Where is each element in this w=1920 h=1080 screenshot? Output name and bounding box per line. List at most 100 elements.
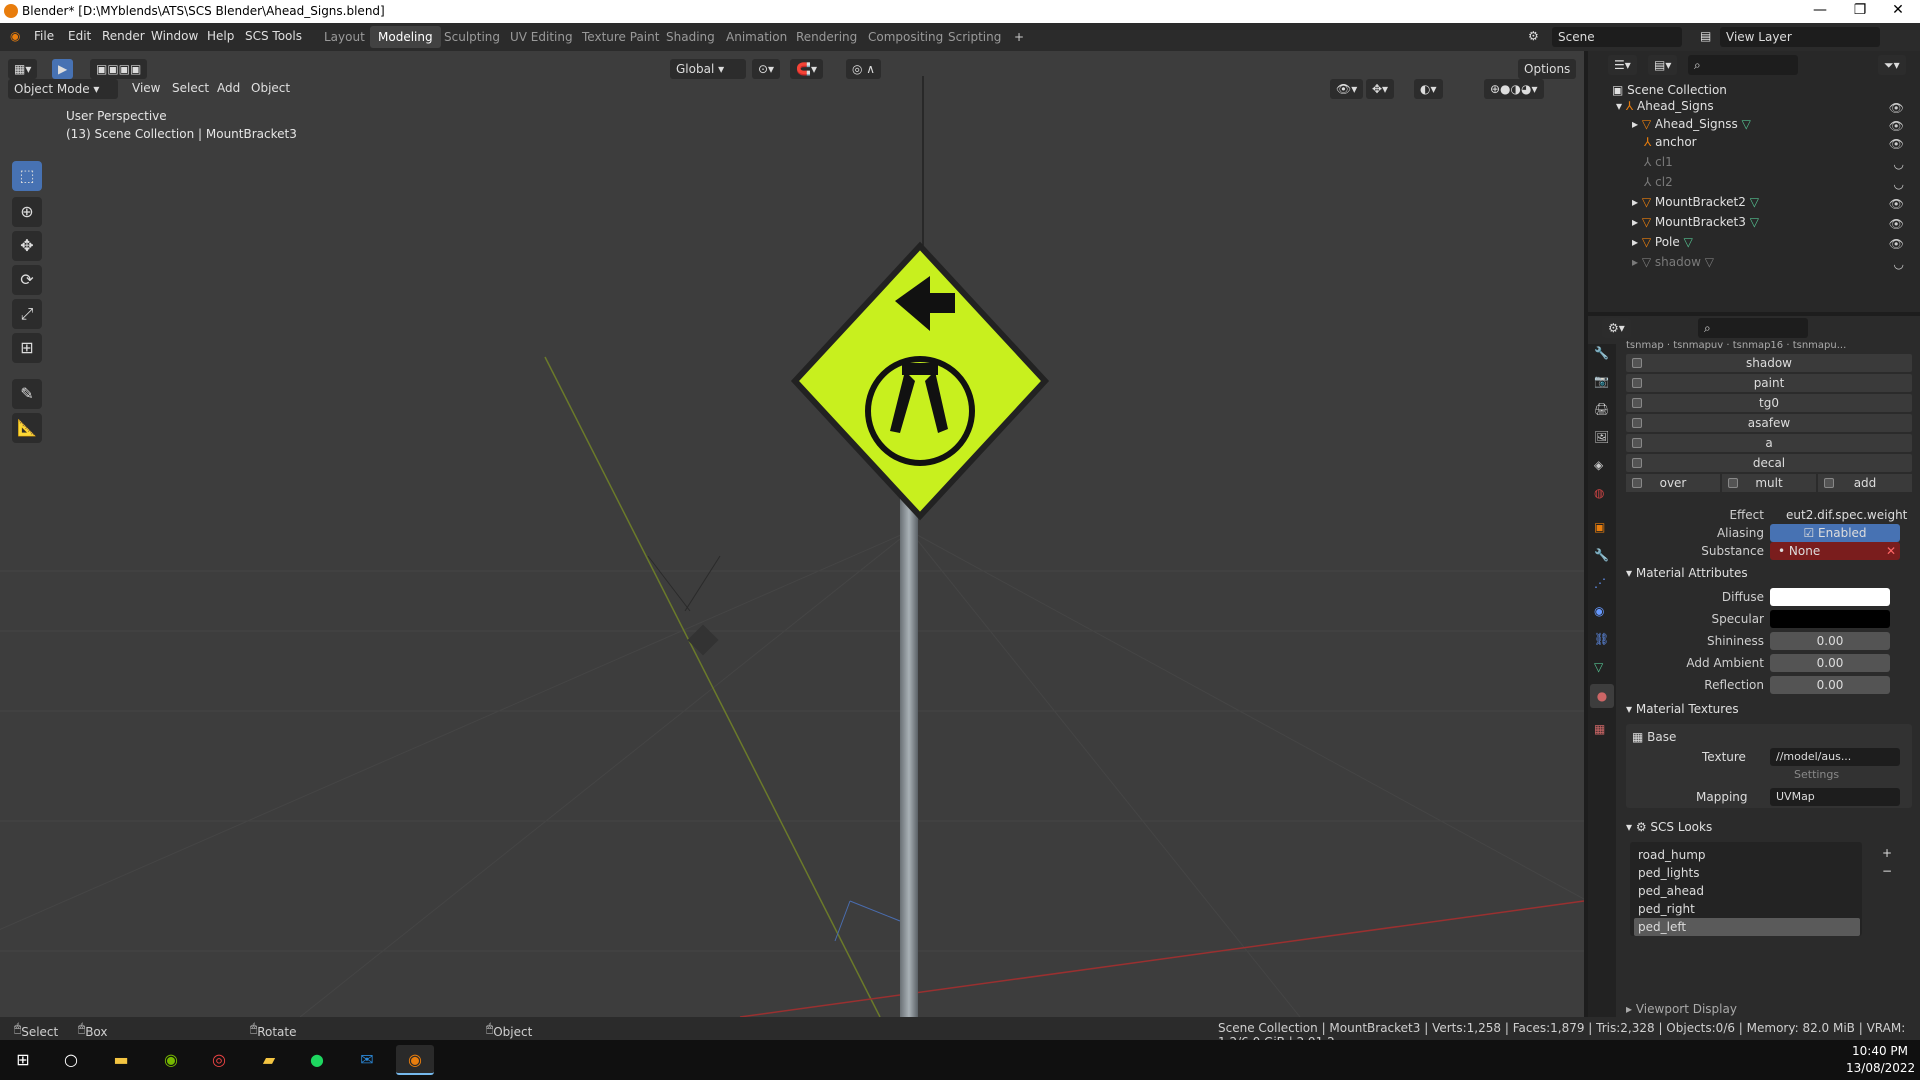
spotify-icon[interactable]: ● [298,1045,336,1075]
pivot-icon[interactable]: ⊙▾ [752,59,781,79]
flag-asafew[interactable]: asafew [1626,414,1912,432]
scs-looks-header[interactable]: ▾ ⚙ SCS Looks [1626,820,1712,840]
look-item[interactable]: road_hump [1634,846,1860,864]
eye-icon[interactable]: 👁 [1889,137,1904,151]
constraints-tab-icon[interactable]: ⛓ [1594,632,1609,646]
hidden-eye-icon[interactable]: ◡ [1894,177,1904,191]
look-item[interactable]: ped_lights [1634,864,1860,882]
tab-shading[interactable]: Shading [658,26,723,48]
checkbox[interactable] [1728,478,1738,488]
proportional-edit-icon[interactable]: ◎ ∧ [846,59,882,79]
outliner-type-icon[interactable]: ☰▾ [1608,55,1637,75]
hidden-eye-icon[interactable]: ◡ [1894,157,1904,171]
mail-icon[interactable]: ✉ [348,1045,386,1075]
eye-icon[interactable]: 👁 [1889,119,1904,133]
mode-selector[interactable]: Object Mode ▾ [8,79,118,99]
checkbox[interactable] [1632,478,1642,488]
checkbox[interactable] [1632,438,1642,448]
overlay-icon[interactable]: ◐▾ [1414,79,1443,99]
close-icon[interactable]: ✕ [1878,2,1918,18]
rotate-tool-icon[interactable]: ⟳ [12,265,42,295]
flag-shadow[interactable]: shadow [1626,354,1912,372]
outliner-item-pole[interactable]: ▸ ▽ Pole ▽ 👁 [1632,235,1916,255]
transform-tool-icon[interactable]: ⊞ [12,333,42,363]
3d-viewport[interactable]: ▦▾ ▶ ▣▣▣▣ Global ▾ ⊙▾ 🧲▾ ◎ ∧ Options Obj… [0,51,1584,1017]
flag-tg0[interactable]: tg0 [1626,394,1912,412]
tab-animation[interactable]: Animation [718,26,795,48]
transform-orientation-select[interactable]: Global ▾ [670,59,746,79]
eye-icon[interactable]: 👁 [1889,217,1904,231]
nvidia-icon[interactable]: ◉ [152,1045,190,1075]
substance-select[interactable]: • None ✕ [1770,542,1900,560]
remove-look-icon[interactable]: − [1882,864,1892,878]
slot-tab[interactable]: tsnmap [1626,340,1664,351]
tab-layout[interactable]: Layout [316,26,373,48]
eye-icon[interactable]: 👁 [1889,197,1904,211]
checkbox[interactable] [1632,418,1642,428]
menu-help[interactable]: Help [207,29,234,43]
view-layer-selector[interactable]: View Layer [1720,27,1880,47]
minimize-icon[interactable]: — [1800,2,1840,18]
box-select-modes[interactable]: ▣▣▣▣ [90,59,148,79]
diffuse-color[interactable] [1770,588,1890,606]
material-textures-header[interactable]: ▾ Material Textures [1626,702,1739,722]
display-mode-icon[interactable]: ▤▾ [1648,55,1678,75]
flag-a[interactable]: a [1626,434,1912,452]
snap-icon[interactable]: 🧲▾ [790,59,823,79]
view-layer-tab-icon[interactable]: 🖼 [1594,430,1609,444]
slot-tab[interactable]: tsnmapuv [1673,340,1723,351]
modifier-tab-icon[interactable]: 🔧 [1594,548,1609,562]
tab-scripting[interactable]: Scripting [940,26,1009,48]
menu-file[interactable]: File [34,29,54,43]
options-button[interactable]: Options [1518,59,1577,79]
material-tab-icon[interactable]: ● [1590,684,1614,708]
look-item[interactable]: ped_right [1634,900,1860,918]
filter-icon[interactable]: ⏷▾ [1878,55,1906,75]
file-explorer-icon[interactable]: ▬ [102,1045,140,1075]
texture-tab-icon[interactable]: ▦ [1594,722,1605,736]
add-ambient-field[interactable]: 0.00 [1770,654,1890,672]
windows-start-icon[interactable]: ⊞ [4,1045,42,1075]
texture-path-field[interactable]: //model/aus... [1770,748,1900,766]
outliner-item-mountbracket3[interactable]: ▸ ▽ MountBracket3 ▽ 👁 [1632,215,1916,235]
world-tab-icon[interactable]: ◍ [1594,486,1604,500]
tool-tab-icon[interactable]: 🔧 [1594,346,1609,360]
outliner-item-cl2[interactable]: ⅄ cl2 ◡ [1644,175,1916,195]
reflection-field[interactable]: 0.00 [1770,676,1890,694]
aliasing-toggle[interactable]: ☑ Enabled [1770,524,1900,542]
material-attributes-header[interactable]: ▾ Material Attributes [1626,566,1748,586]
tab-sculpting[interactable]: Sculpting [436,26,508,48]
tab-modeling[interactable]: Modeling [370,26,441,48]
outliner-item-mountbracket2[interactable]: ▸ ▽ MountBracket2 ▽ 👁 [1632,195,1916,215]
blend-mult[interactable]: mult [1722,474,1816,492]
eye-icon[interactable]: 👁 [1889,237,1904,251]
search-icon[interactable]: ○ [52,1045,90,1075]
outliner-item-anchor[interactable]: ⅄ anchor 👁 [1644,135,1916,155]
shading-modes[interactable]: ⊕●◑◕▾ [1484,79,1544,99]
viewport-menu-view[interactable]: View [132,81,160,95]
flag-decal[interactable]: decal [1626,454,1912,472]
menu-window[interactable]: Window [151,29,198,43]
add-look-icon[interactable]: + [1882,846,1892,860]
sticky-notes-icon[interactable]: ▰ [250,1045,288,1075]
checkbox[interactable] [1632,358,1642,368]
checkbox[interactable] [1632,398,1642,408]
specular-color[interactable] [1770,610,1890,628]
outliner-item-shadow[interactable]: ▸ ▽ shadow ▽ ◡ [1632,255,1916,275]
select-mode-button[interactable]: ▶ [52,59,74,79]
gizmo-icon[interactable]: ✥▾ [1366,79,1395,99]
outliner-search-input[interactable]: ⌕ [1688,55,1798,75]
outliner-item-cl1[interactable]: ⅄ cl1 ◡ [1644,155,1916,175]
chrome-icon[interactable]: ◎ [200,1045,238,1075]
properties-search-input[interactable]: ⌕ [1698,318,1808,338]
annotate-tool-icon[interactable]: ✎ [12,379,42,409]
blender-menu-icon[interactable]: ◉ [10,29,20,43]
data-tab-icon[interactable]: ▽ [1594,660,1603,674]
tab-texture-paint[interactable]: Texture Paint [574,26,667,48]
checkbox[interactable] [1824,478,1834,488]
add-workspace-icon[interactable]: + [1006,26,1032,48]
flag-paint[interactable]: paint [1626,374,1912,392]
tab-uv-editing[interactable]: UV Editing [502,26,581,48]
scene-tab-icon[interactable]: ◈ [1594,458,1603,472]
outliner-item-ahead-signs[interactable]: ▾ ⅄ Ahead_Signs 👁 [1616,99,1916,119]
